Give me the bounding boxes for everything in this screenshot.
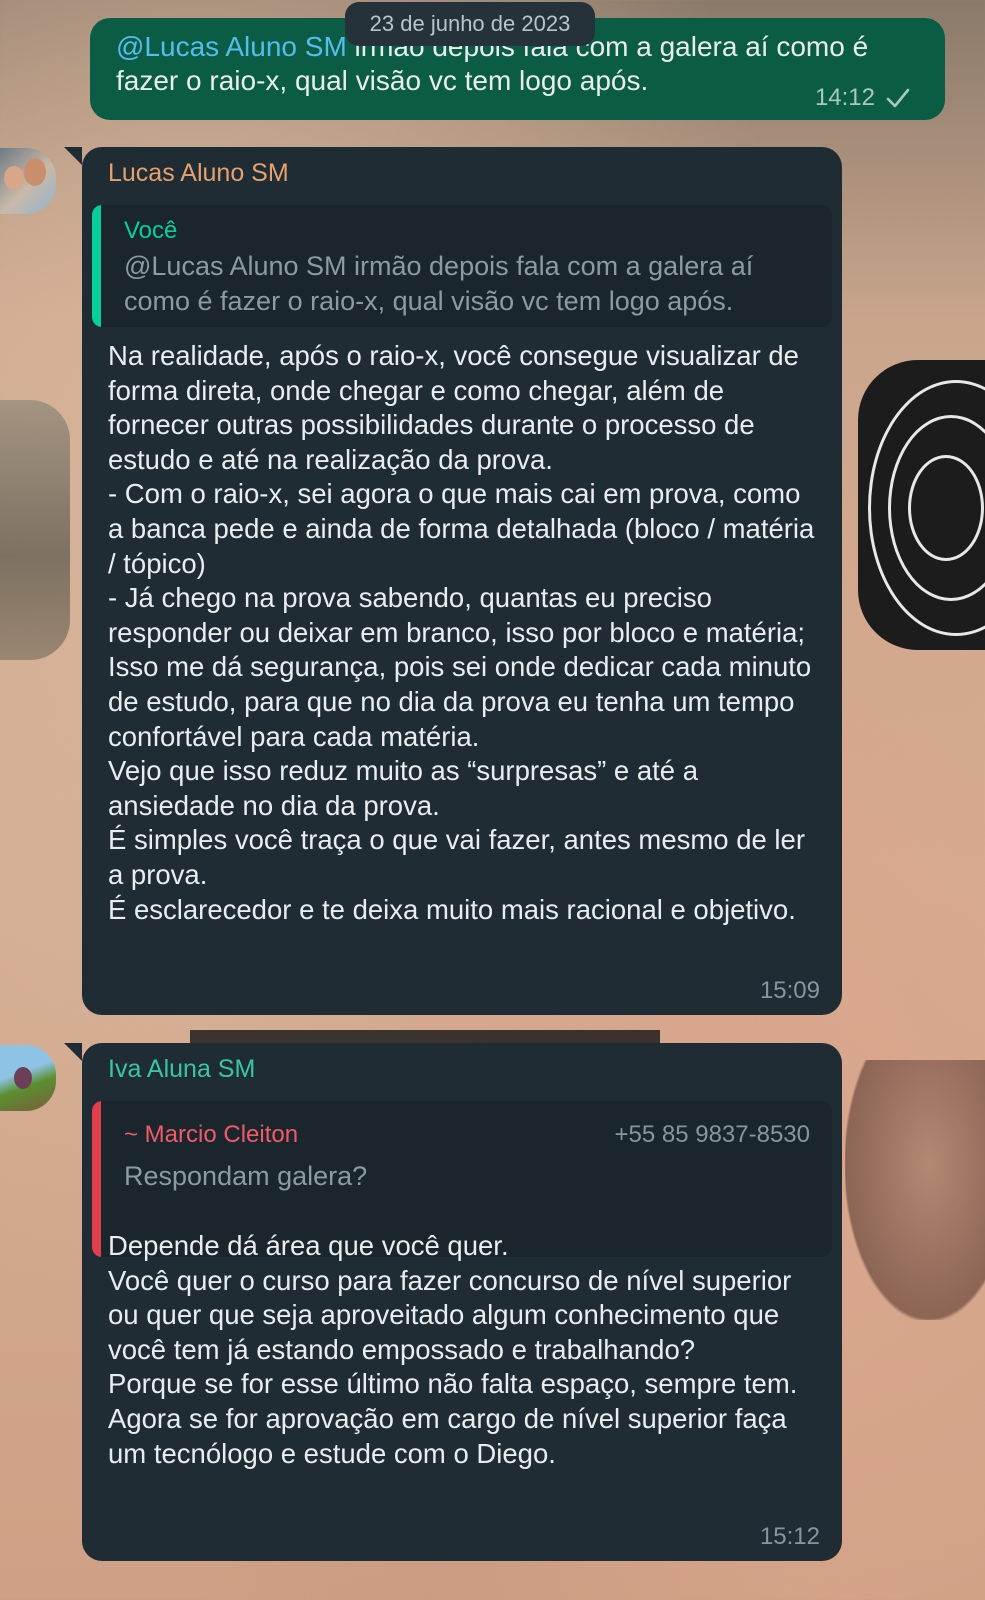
wallpaper-target bbox=[858, 360, 985, 650]
wallpaper-figure bbox=[0, 400, 70, 660]
message-time: 15:09 bbox=[759, 977, 820, 1004]
incoming-message[interactable]: Lucas Aluno SM Você @Lucas Aluno SM irmã… bbox=[64, 147, 842, 1015]
quoted-text: Respondam galera? bbox=[124, 1161, 368, 1191]
incoming-message[interactable]: Iva Aluna SM ~ Marcio Cleiton +55 85 983… bbox=[64, 1043, 842, 1561]
quoted-text: @Lucas Aluno SM irmão depois fala com a … bbox=[124, 251, 754, 316]
quote-bar bbox=[92, 1101, 101, 1257]
avatar[interactable] bbox=[0, 148, 56, 214]
quoted-message[interactable]: Você @Lucas Aluno SM irmão depois fala c… bbox=[92, 205, 832, 327]
check-icon bbox=[886, 88, 910, 108]
quoted-phone: +55 85 9837-8530 bbox=[614, 1121, 810, 1148]
outgoing-message-meta: 14:12 bbox=[815, 84, 911, 112]
quoted-author: Você bbox=[124, 217, 178, 244]
quote-bar bbox=[92, 205, 101, 327]
message-time: 14:12 bbox=[814, 84, 875, 111]
mention-link[interactable]: @Lucas Aluno SM bbox=[116, 31, 347, 62]
message-text: Depende dá área que você quer. Você quer… bbox=[108, 1230, 798, 1469]
message-text: Na realidade, após o raio-x, você conseg… bbox=[108, 340, 815, 925]
sender-name[interactable]: Iva Aluna SM bbox=[108, 1055, 255, 1084]
wallpaper-hand bbox=[845, 1060, 985, 1320]
avatar[interactable] bbox=[0, 1045, 56, 1111]
sender-name[interactable]: Lucas Aluno SM bbox=[108, 159, 289, 188]
quoted-author: ~ Marcio Cleiton bbox=[124, 1121, 299, 1148]
date-separator: 23 de junho de 2023 bbox=[345, 2, 595, 46]
message-time: 15:12 bbox=[759, 1523, 820, 1550]
